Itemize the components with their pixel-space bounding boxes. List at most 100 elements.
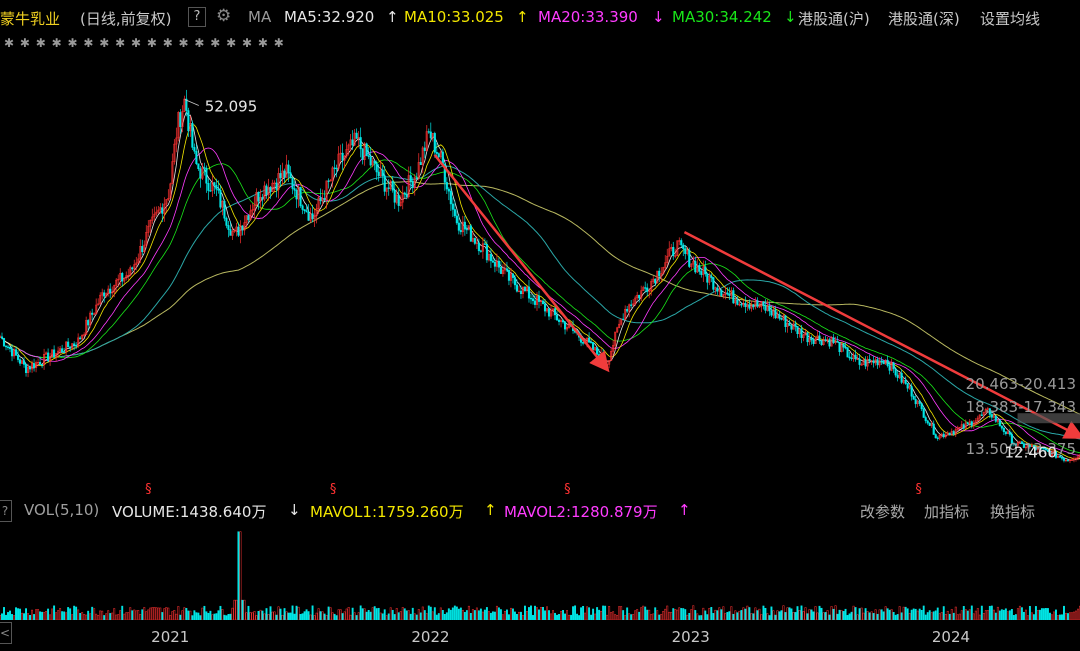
scroll-left-button[interactable]: <: [0, 622, 12, 644]
candle-body: [720, 289, 723, 296]
candle-body: [203, 167, 206, 169]
price-chart[interactable]: 52.09520.463-20.41318.383-17.34313.509-1…: [0, 54, 1080, 496]
ma-label[interactable]: MA: [248, 8, 271, 26]
volume-bar: [315, 612, 318, 620]
help-button[interactable]: ?: [188, 7, 206, 27]
candle-body: [638, 294, 641, 299]
candle-body: [397, 194, 400, 206]
candle-body: [257, 192, 260, 202]
candle-body: [880, 360, 883, 362]
candle-body: [381, 169, 384, 176]
volume-bar: [664, 608, 667, 620]
candle-body: [69, 346, 72, 349]
level1-label: 20.463-20.413: [966, 375, 1076, 393]
switch-indicator-button[interactable]: 换指标: [990, 501, 1035, 522]
volume-bar: [858, 608, 861, 620]
candle-body: [970, 421, 973, 426]
hk-connect-sh-button[interactable]: 港股通(沪): [798, 8, 870, 29]
volume-bar: [854, 607, 857, 620]
add-indicator-button[interactable]: 加指标: [924, 501, 969, 522]
candle-body: [994, 415, 997, 422]
hk-connect-sz-button[interactable]: 港股通(深): [888, 8, 960, 29]
volume-bar: [808, 609, 811, 620]
volume-bar: [347, 607, 350, 620]
volume-bar: [93, 608, 96, 620]
gear-icon[interactable]: ⚙: [216, 6, 231, 26]
volume-bar: [181, 610, 184, 620]
candle-body: [47, 352, 50, 362]
change-params-button[interactable]: 改参数: [860, 501, 905, 522]
candle-body: [1002, 427, 1005, 432]
volume-bar: [35, 609, 38, 620]
volume-bar: [377, 607, 380, 620]
volume-bar: [305, 609, 308, 620]
candle-body: [109, 288, 112, 294]
volume-bar: [1040, 608, 1043, 620]
volume-bar: [736, 612, 739, 620]
volume-bar: [912, 608, 915, 620]
candle-body: [479, 250, 482, 252]
candle-body: [644, 287, 647, 289]
volume-bar: [399, 611, 402, 620]
volume-bar: [656, 610, 659, 620]
volume-bar: [405, 610, 408, 620]
candle-body: [680, 240, 683, 246]
volume-bar: [291, 605, 294, 620]
volume-bar: [1075, 610, 1077, 620]
volume-bar: [121, 605, 124, 620]
candle-body: [447, 188, 450, 192]
candle-body: [553, 308, 557, 316]
volume-bar: [487, 611, 490, 620]
volume-chart[interactable]: [0, 524, 1080, 620]
candle-body: [998, 419, 1001, 427]
candle-body: [886, 359, 889, 366]
volume-bar: [530, 605, 532, 620]
candle-body: [18, 359, 22, 364]
volume-bar: [634, 610, 637, 620]
volume-bar: [359, 605, 362, 620]
ma10-value: MA10:33.025: [404, 8, 504, 26]
candle-body: [87, 320, 90, 326]
period-label[interactable]: (日线,前复权): [80, 8, 171, 29]
volume-bar: [954, 606, 957, 620]
volume-bar: [471, 609, 474, 620]
volume-bar: [814, 606, 817, 620]
volume-bar: [526, 611, 528, 620]
volume-bar: [826, 610, 829, 620]
candle-body: [41, 364, 44, 366]
volume-bar: [491, 611, 494, 620]
candle-body: [14, 349, 18, 356]
candle-body: [305, 210, 308, 213]
volume-bar: [257, 611, 260, 620]
volume-bar: [403, 608, 406, 620]
volume-indicator-label[interactable]: VOL(5,10): [24, 501, 99, 519]
volume-bar: [205, 611, 208, 620]
volume-bar: [728, 611, 731, 620]
candle-body: [63, 351, 66, 354]
volume-edge-button[interactable]: ?: [0, 500, 12, 522]
candle-body: [29, 367, 32, 370]
candle-body: [121, 272, 124, 282]
candle-body: [596, 347, 599, 355]
candle-body: [491, 260, 494, 263]
volume-bar: [351, 607, 354, 620]
volume-header: ? VOL(5,10) VOLUME:1438.640万 ↓ MAVOL1:17…: [0, 496, 1080, 524]
volume-bar: [1055, 609, 1057, 620]
candle-body: [223, 200, 226, 219]
volume-bar: [824, 612, 827, 620]
candle-body: [736, 299, 739, 305]
volume-bar: [668, 611, 671, 620]
candle-body: [393, 189, 396, 203]
candle-body: [367, 155, 370, 157]
volume-bar: [295, 605, 298, 620]
set-ma-button[interactable]: 设置均线: [980, 8, 1040, 29]
ma5-value: MA5:32.920: [284, 8, 375, 26]
volume-bar: [534, 605, 536, 620]
candle-body: [225, 217, 228, 226]
candle-body: [582, 342, 585, 344]
volume-bar: [964, 609, 967, 620]
volume-bar: [690, 609, 693, 620]
stock-name[interactable]: 蒙牛乳业: [0, 8, 60, 29]
candle-body: [672, 247, 675, 257]
volume-bar: [197, 612, 200, 620]
